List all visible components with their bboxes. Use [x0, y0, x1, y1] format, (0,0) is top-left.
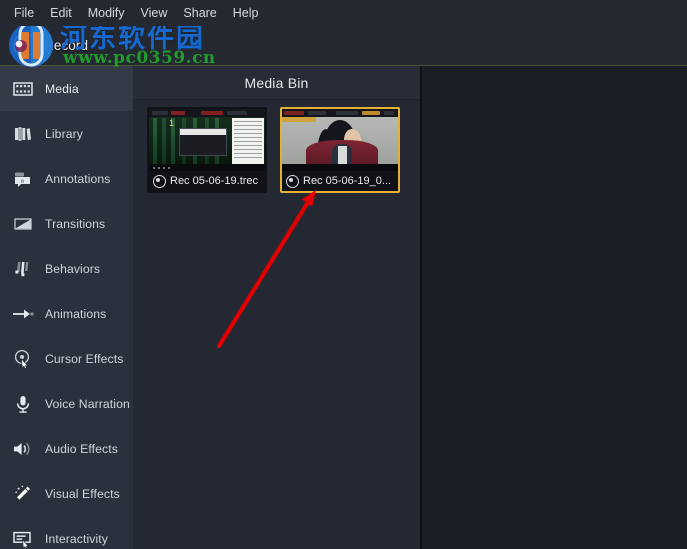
- media-item-label: Rec 05-06-19_0...: [303, 175, 392, 187]
- microphone-icon: [12, 393, 34, 415]
- sidebar-item-library[interactable]: Library: [0, 111, 133, 156]
- sidebar: Media Library a Annotations Transitions …: [0, 66, 133, 549]
- toolbar-divider: [0, 65, 687, 66]
- sidebar-item-label: Visual Effects: [45, 486, 120, 501]
- media-item-1[interactable]: 1 Rec 05-06-19.trec: [147, 107, 267, 193]
- sidebar-item-label: Transitions: [45, 216, 106, 231]
- books-icon: [12, 123, 34, 145]
- menu-item-edit[interactable]: Edit: [42, 4, 80, 22]
- sidebar-item-label: Annotations: [45, 171, 111, 186]
- thumbnail-artwork-person: [282, 109, 398, 171]
- menu-item-help[interactable]: Help: [225, 4, 267, 22]
- record-dot-icon: [286, 174, 299, 188]
- svg-text:a: a: [21, 177, 24, 184]
- menu-bar: File Edit Modify View Share Help: [0, 0, 687, 26]
- film-strip-icon: [12, 78, 34, 100]
- menu-item-view[interactable]: View: [133, 4, 176, 22]
- media-item-2[interactable]: Rec 05-06-19_0...: [280, 107, 400, 193]
- sidebar-item-audio-effects[interactable]: Audio Effects: [0, 426, 133, 471]
- sidebar-item-cursor-effects[interactable]: Cursor Effects: [0, 336, 133, 381]
- record-circle-icon: [12, 32, 38, 58]
- magic-wand-icon: [12, 483, 34, 505]
- media-bin-title: Media Bin: [133, 66, 420, 100]
- speaker-icon: [12, 438, 34, 460]
- record-button-label: Record: [44, 37, 89, 53]
- media-item-label: Rec 05-06-19.trec: [170, 175, 259, 187]
- media-item-thumbnail: [282, 109, 398, 171]
- interactivity-screen-icon: [12, 528, 34, 549]
- sidebar-item-label: Voice Narration: [45, 396, 130, 411]
- sidebar-item-label: Audio Effects: [45, 441, 118, 456]
- sidebar-item-label: Media: [45, 81, 79, 96]
- media-bin-panel: Media Bin 1 Rec 05-06-19.trec Rec 05-06-…: [133, 66, 420, 549]
- media-item-label-row: Rec 05-06-19_0...: [282, 171, 398, 191]
- sidebar-item-annotations[interactable]: a Annotations: [0, 156, 133, 201]
- speech-bubble-a-icon: a: [12, 168, 34, 190]
- media-item-label-row: Rec 05-06-19.trec: [149, 171, 265, 191]
- menu-item-share[interactable]: Share: [175, 4, 224, 22]
- sidebar-item-label: Library: [45, 126, 83, 141]
- behaviors-icon: [12, 258, 34, 280]
- menu-item-modify[interactable]: Modify: [80, 4, 133, 22]
- sidebar-item-media[interactable]: Media: [0, 66, 133, 111]
- top-toolbar: Record: [0, 26, 687, 66]
- menu-item-file[interactable]: File: [6, 4, 42, 22]
- sidebar-item-behaviors[interactable]: Behaviors: [0, 246, 133, 291]
- panel-divider: [420, 66, 422, 549]
- sidebar-item-label: Interactivity: [45, 531, 108, 546]
- media-item-thumbnail: 1: [149, 109, 265, 171]
- camtasia-editor-window: File Edit Modify View Share Help Record: [0, 0, 687, 549]
- thumbnail-artwork-bamboo: 1: [149, 109, 265, 171]
- record-button[interactable]: Record: [8, 30, 96, 60]
- sidebar-item-voice-narration[interactable]: Voice Narration: [0, 381, 133, 426]
- sidebar-item-animations[interactable]: Animations: [0, 291, 133, 336]
- sidebar-item-visual-effects[interactable]: Visual Effects: [0, 471, 133, 516]
- record-dot-icon: [153, 174, 166, 188]
- arrow-animation-icon: [12, 303, 34, 325]
- sidebar-item-label: Cursor Effects: [45, 351, 124, 366]
- cursor-target-icon: [12, 348, 34, 370]
- media-bin-grid: 1 Rec 05-06-19.trec Rec 05-06-19_0...: [133, 100, 420, 193]
- sidebar-item-transitions[interactable]: Transitions: [0, 201, 133, 246]
- transition-square-icon: [12, 213, 34, 235]
- sidebar-item-label: Animations: [45, 306, 107, 321]
- sidebar-item-label: Behaviors: [45, 261, 101, 276]
- sidebar-item-interactivity[interactable]: Interactivity: [0, 516, 133, 549]
- preview-panel: [422, 66, 687, 549]
